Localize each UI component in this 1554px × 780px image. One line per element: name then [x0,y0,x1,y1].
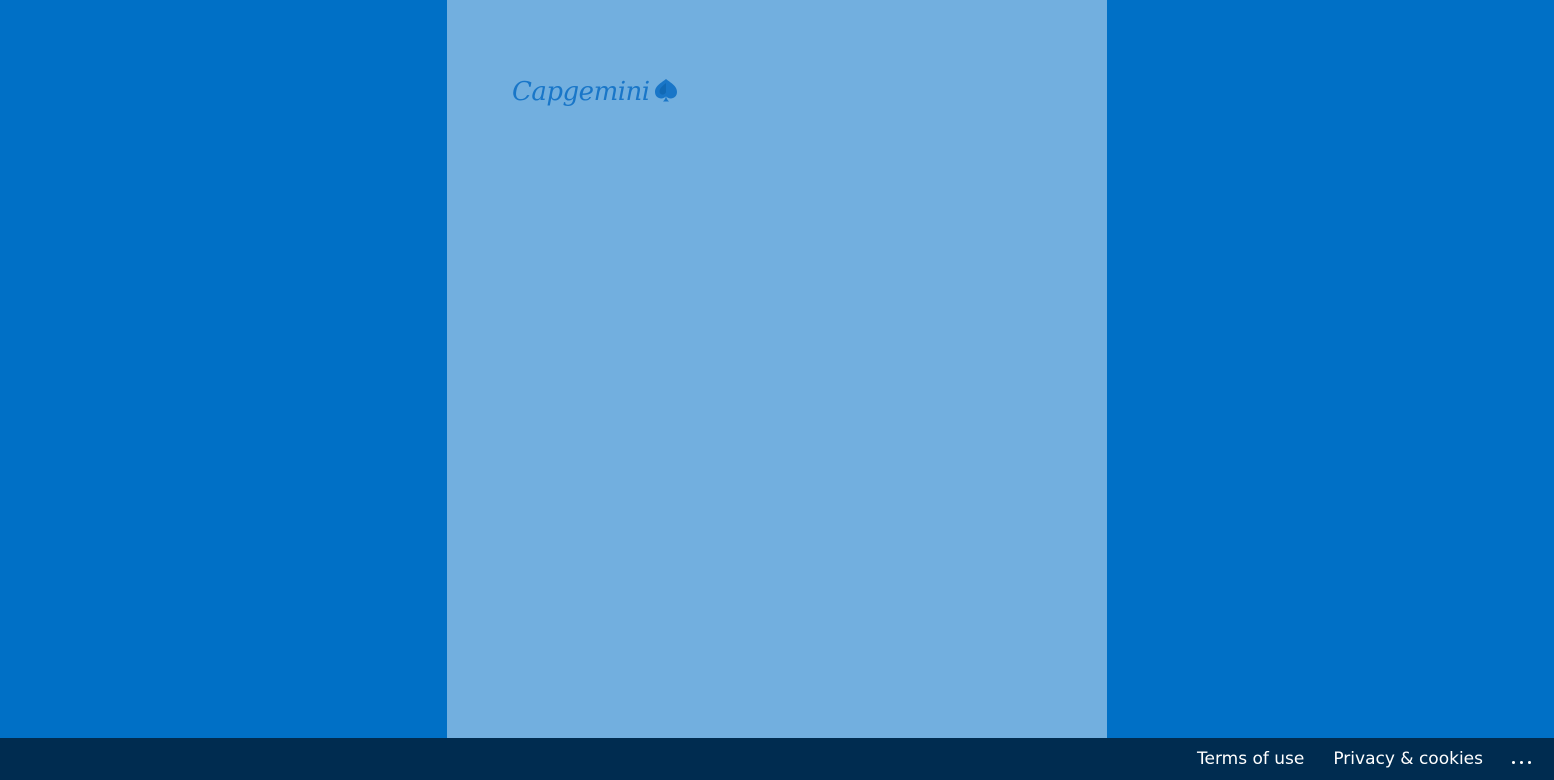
more-options-button[interactable] [1512,746,1540,772]
terms-of-use-link[interactable]: Terms of use [1197,749,1304,769]
ellipsis-icon [1520,760,1523,764]
company-logo-text: Capgemini [512,77,650,107]
page-background: Capgemini Terms of use Privacy & cookies [0,0,1554,780]
sign-in-panel: Capgemini [447,0,1107,738]
spade-icon [651,75,681,105]
privacy-cookies-link[interactable]: Privacy & cookies [1333,749,1483,769]
company-logo: Capgemini [512,70,682,114]
ellipsis-icon [1512,760,1515,764]
ellipsis-icon [1528,760,1531,764]
footer-bar: Terms of use Privacy & cookies [0,738,1554,780]
